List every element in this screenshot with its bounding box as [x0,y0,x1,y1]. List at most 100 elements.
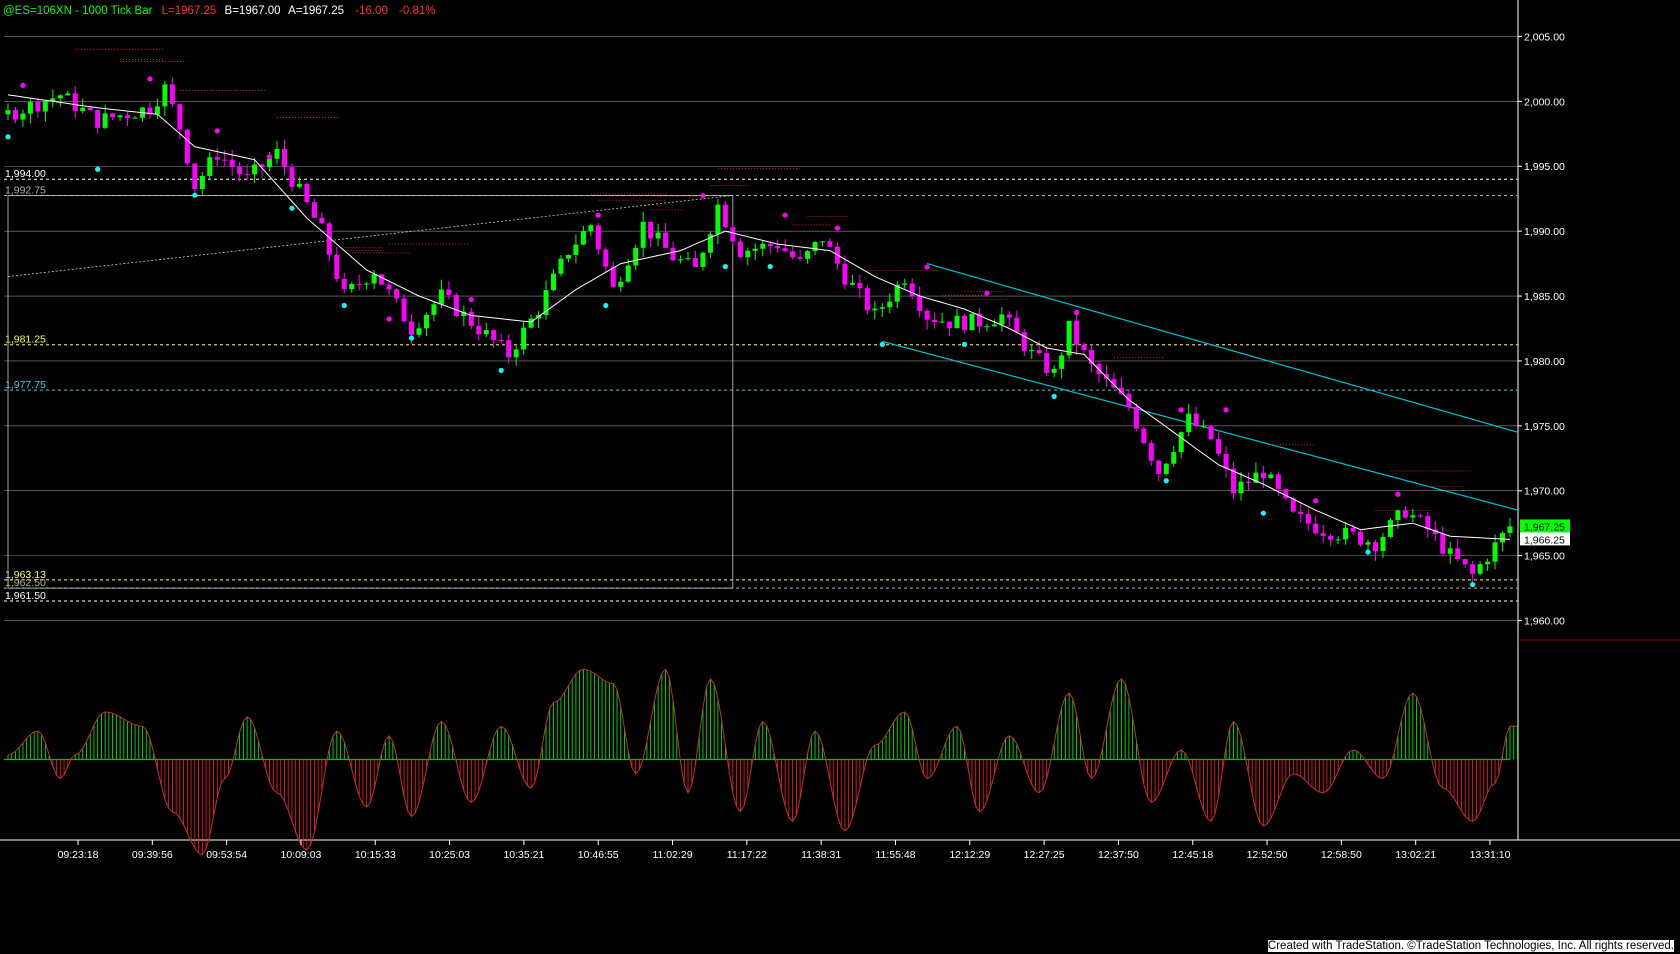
price-bar-body [1500,532,1506,543]
price-bar-body [805,251,811,259]
swing-high-dot [20,82,26,88]
swing-low-dot [192,192,198,198]
price-bar-body [5,110,11,115]
chart-window: 1,994.00 1,992.75 1,981.25 1,977.75 1,963.13… [0,0,1680,954]
price-bar-body [289,167,295,187]
price-bar-body [752,248,758,251]
time-tick-label: 11:55:48 [875,849,915,861]
price-bar-body [1365,542,1371,545]
price-tick-label: 1,975.00 [1524,421,1565,433]
price-bar-body [431,304,437,315]
price-bar-body [296,183,302,187]
price-bar-body [1238,481,1244,494]
price-bar-body [132,117,138,119]
price-bar-body [1163,463,1169,474]
price-bar-body [401,298,407,322]
price-bar-body [969,313,975,331]
price-bar-body [812,241,818,252]
swing-low-dot [498,367,504,374]
price-bar-body [521,327,527,350]
price-bar-body [20,113,26,120]
time-tick-label: 10:15:33 [355,849,396,861]
price-bar-body [745,250,751,258]
swing-high-dot [595,212,601,218]
header-bid: B=1967.00 [225,5,281,17]
price-bar-body [1343,527,1349,540]
price-bar-body [379,274,385,285]
price-bar-body [1402,510,1408,518]
price-bar-body [214,157,220,160]
price-bar-body [80,107,86,112]
price-bar-body [1051,368,1057,373]
price-bar-body [1313,523,1319,534]
price-bar-body [1492,542,1498,562]
price-bar-body [902,283,908,285]
swing-low-dot [1051,393,1057,399]
price-bar-body [775,246,781,249]
price-bar-body [730,227,736,242]
swing-low-dot [408,335,415,341]
price-bar-body [1507,526,1513,533]
price-bar-body [125,115,131,118]
price-bar-body [887,301,893,308]
time-tick-label: 11:17:22 [727,849,767,861]
price-bar-body [595,225,601,250]
price-bar-body [1044,353,1050,373]
price-bar-body [356,283,362,285]
price-bar-body [565,254,571,259]
header-change: -16.00 [355,5,388,17]
price-bar-body [1216,439,1222,454]
price-bar-body [1358,531,1364,545]
swing-low-dot [341,302,347,309]
price-bar-body [192,163,198,190]
swing-high-dot [1073,309,1080,316]
price-bar-body [1447,548,1453,554]
price-bar-body [917,296,923,311]
price-bar-body [1305,514,1311,524]
price-bar-body [12,110,18,120]
level-label: 1,961.50 [5,590,46,602]
price-bar-body [416,328,422,335]
price-bar-body [1066,320,1072,356]
price-bar-body [334,254,340,279]
swing-low-dot [1470,581,1476,588]
price-bar-body [1477,564,1483,574]
time-tick-label: 13:02:21 [1395,849,1436,861]
header-ask: A=1967.25 [288,5,344,17]
price-bar-body [1395,510,1401,521]
price-bar-body [640,221,646,248]
price-bar-body [692,258,698,268]
swing-high-dot [1395,491,1401,497]
price-bar-body [551,273,557,291]
price-bar-body [513,349,519,358]
time-tick-label: 10:25:03 [429,849,470,861]
price-bar-body [1081,344,1087,351]
price-bar-body [663,232,669,248]
price-bar-body [1171,452,1177,464]
price-chart[interactable]: 1,994.001,992.751,981.251,977.751,963.13… [0,0,1680,954]
swing-high-dot [924,264,930,270]
swing-high-dot [214,128,220,134]
price-bar-body [580,231,586,245]
time-tick-label: 12:12:29 [949,849,990,861]
time-tick-label: 12:27:25 [1024,849,1065,861]
price-bar-body [1268,474,1274,479]
price-bar-body [633,247,639,266]
price-bar-body [1133,406,1139,429]
swing-high-dot [700,193,706,199]
price-bar-body [72,93,78,112]
swing-high-dot [386,316,392,322]
price-bar-body [1335,539,1341,541]
price-bar-body [849,282,855,285]
price-bar-body [1455,548,1461,560]
price-bar-body [453,295,459,317]
price-bar-body [1223,453,1229,469]
price-bar-body [184,129,190,164]
price-bar-body [782,248,788,252]
price-tick-label: 1,965.00 [1524,551,1565,563]
price-bar-body [1029,350,1035,352]
price-bar-body [842,263,848,285]
price-bar-body [1074,320,1080,345]
price-bar-body [95,110,101,128]
price-bar-body [1036,350,1042,354]
